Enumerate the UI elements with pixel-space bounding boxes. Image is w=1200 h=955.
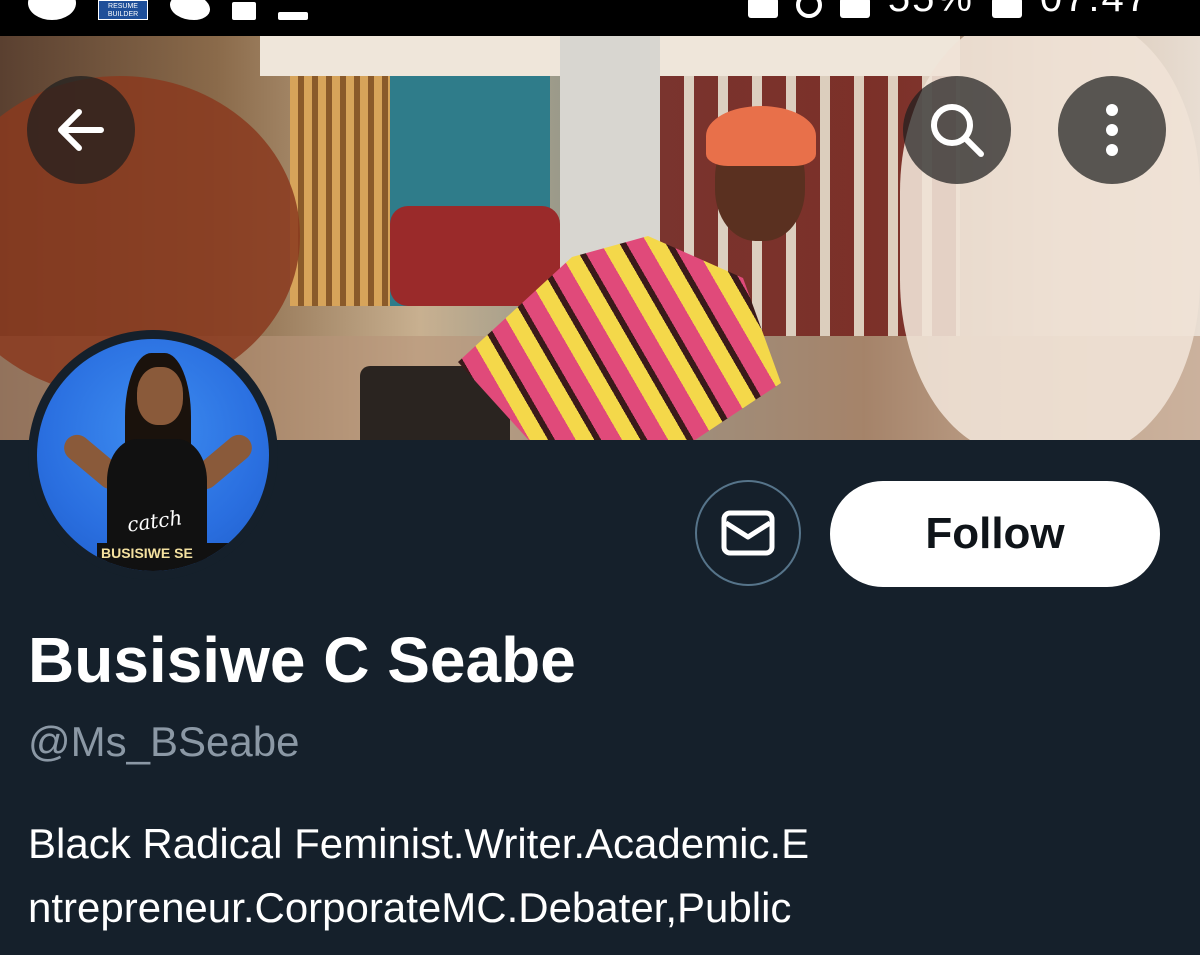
back-button[interactable] xyxy=(27,76,135,184)
status-bar-system-icons: 55% 07:47 xyxy=(747,0,1150,18)
envelope-icon xyxy=(721,510,775,556)
battery-icon xyxy=(991,0,1022,18)
avatar-photo: catch BUSISIWE SE xyxy=(37,339,269,571)
notification-icon xyxy=(278,12,308,20)
status-bar: RESUME BUILDER 55% 07:47 xyxy=(0,0,1200,36)
signal-icon xyxy=(839,0,870,18)
resume-builder-app-icon: RESUME BUILDER xyxy=(98,0,148,20)
avatar-caption-text: BUSISIWE SE xyxy=(97,543,269,563)
twitter-bird-icon xyxy=(170,0,210,20)
user-handle: @Ms_BSeabe xyxy=(28,718,300,765)
battery-percent: 55% xyxy=(888,0,974,18)
status-bar-notification-icons: RESUME BUILDER xyxy=(28,0,308,20)
facebook-icon xyxy=(232,2,256,20)
message-button[interactable] xyxy=(695,480,801,586)
search-icon xyxy=(931,104,984,157)
bio-line: Black Radical Feminist.Writer.Academic.E xyxy=(28,820,810,867)
profile-avatar[interactable]: catch BUSISIWE SE xyxy=(28,330,278,580)
bio-line: ntrepreneur.CorporateMC.Debater,Public xyxy=(28,884,792,931)
chat-bubble-icon xyxy=(28,0,76,20)
more-vertical-icon xyxy=(1106,104,1118,156)
alarm-icon xyxy=(795,0,822,18)
mute-icon xyxy=(747,0,778,18)
follow-button[interactable]: Follow xyxy=(830,481,1160,587)
arrow-left-icon xyxy=(58,109,104,151)
profile-bio: Black Radical Feminist.Writer.Academic.E… xyxy=(28,812,1028,940)
display-name: Busisiwe C Seabe xyxy=(28,624,576,696)
search-button[interactable] xyxy=(903,76,1011,184)
more-options-button[interactable] xyxy=(1058,76,1166,184)
clock: 07:47 xyxy=(1040,0,1150,18)
